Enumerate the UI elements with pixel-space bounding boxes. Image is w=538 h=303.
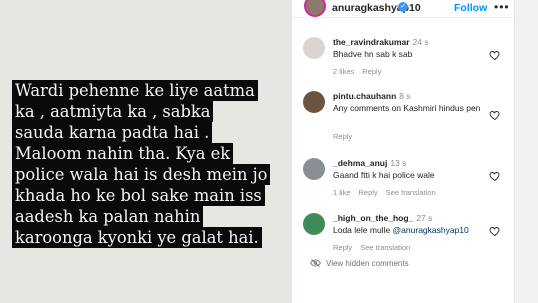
- avatar[interactable]: [304, 0, 326, 17]
- avatar[interactable]: [303, 158, 325, 180]
- heart-icon[interactable]: [489, 170, 501, 182]
- comment-item: _dehma_anuj 13 s Gaand ftti k hai police …: [292, 158, 514, 206]
- likes-count[interactable]: 2 likes: [333, 67, 354, 76]
- reply-link[interactable]: Reply: [359, 188, 378, 197]
- view-hidden-label: View hidden comments: [326, 259, 409, 268]
- avatar[interactable]: [303, 91, 325, 113]
- verified-badge-icon: ✓: [398, 2, 408, 12]
- caption-line: khada ho ke bol sake main iss: [12, 185, 265, 206]
- comment-actions: 1 like Reply See translation: [333, 188, 444, 197]
- comment-username[interactable]: _high_on_the_hog_ 27 s: [333, 213, 432, 223]
- comment-actions: 2 likes Reply: [333, 67, 389, 76]
- comment-time: 13 s: [390, 158, 407, 168]
- comment-username[interactable]: the_ravindrakumar 24 s: [333, 37, 429, 47]
- caption-line: Maloom nahin tha. Kya ek: [12, 143, 234, 164]
- scrollbar[interactable]: [514, 0, 538, 303]
- heart-icon[interactable]: [489, 225, 501, 237]
- post-image: Wardi pehenne ke liye aatma ka , aatmiyt…: [0, 0, 292, 303]
- caption-line: ka , aatmiyta ka , sabka: [12, 101, 214, 122]
- follow-button[interactable]: Follow: [454, 2, 487, 14]
- comment-item: pintu.chauhann 8 s Any comments on Kashmi…: [292, 91, 514, 141]
- heart-icon[interactable]: [489, 49, 501, 61]
- comment-text: Bhadve hn sab k sab: [333, 49, 413, 59]
- comment-time: 8 s: [399, 91, 411, 101]
- post-header: anuragkashyap10 ✓ Follow •••: [292, 0, 514, 18]
- reply-link[interactable]: Reply: [333, 243, 352, 252]
- comment-text: Any comments on Kashmiri hindus pen: [333, 103, 481, 113]
- comment-username[interactable]: _dehma_anuj 13 s: [333, 158, 406, 168]
- eye-slash-icon: [310, 259, 321, 267]
- comment-actions: Reply See translation: [333, 243, 418, 252]
- comment-time: 27 s: [416, 213, 433, 223]
- avatar[interactable]: [303, 37, 325, 59]
- heart-icon[interactable]: [489, 109, 501, 121]
- comment-text: Gaand ftti k hai police wale: [333, 170, 435, 180]
- see-translation-link[interactable]: See translation: [386, 188, 436, 197]
- reply-link[interactable]: Reply: [333, 132, 352, 141]
- reply-link[interactable]: Reply: [362, 67, 381, 76]
- likes-count[interactable]: 1 like: [333, 188, 351, 197]
- more-options-icon[interactable]: •••: [494, 0, 510, 14]
- see-translation-link[interactable]: See translation: [360, 243, 410, 252]
- comments-panel: anuragkashyap10 ✓ Follow ••• the_ravindr…: [292, 0, 538, 303]
- comment-text: Loda lele mulle @anuragkashyap10: [333, 225, 469, 235]
- caption-block: Wardi pehenne ke liye aatma ka , aatmiyt…: [12, 80, 282, 248]
- avatar[interactable]: [303, 213, 325, 235]
- caption-line: Wardi pehenne ke liye aatma: [12, 80, 258, 101]
- comment-username[interactable]: pintu.chauhann 8 s: [333, 91, 411, 101]
- caption-line: karoonga kyonki ye galat hai.: [12, 227, 262, 248]
- comment-time: 24 s: [412, 37, 429, 47]
- comment-item: _high_on_the_hog_ 27 s Loda lele mulle @a…: [292, 213, 514, 261]
- comment-actions: Reply: [333, 132, 360, 141]
- comment-item: the_ravindrakumar 24 s Bhadve hn sab k sa…: [292, 37, 514, 85]
- caption-line: police wala hai is desh mein jo: [12, 164, 271, 185]
- caption-line: sauda karna padta hai .: [12, 122, 213, 143]
- view-hidden-comments-button[interactable]: View hidden comments: [310, 259, 409, 268]
- caption-line: aadesh ka palan nahin: [12, 206, 204, 227]
- mention-link[interactable]: @anuragkashyap10: [393, 225, 469, 235]
